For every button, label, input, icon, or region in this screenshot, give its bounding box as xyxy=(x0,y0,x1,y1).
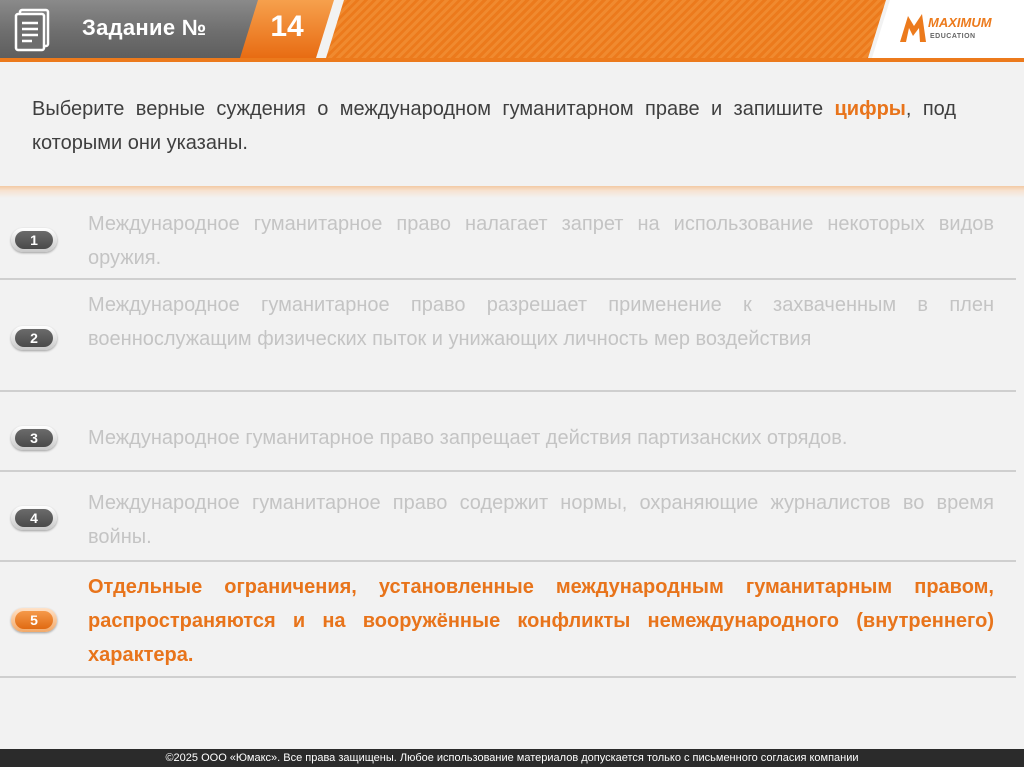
option-1[interactable]: 1 Международное гуманитарное право налаг… xyxy=(0,200,1024,280)
task-number: 14 xyxy=(270,10,304,43)
header-title-panel: Задание № xyxy=(0,0,288,58)
option-number-badge: 4 xyxy=(11,506,57,530)
copyright-footer: ©2025 ООО «Юмакс». Все права защищены. Л… xyxy=(0,749,1024,767)
option-3[interactable]: 3 Международное гуманитарное право запре… xyxy=(0,392,1024,472)
option-divider xyxy=(0,676,1016,678)
option-5[interactable]: 5 Отдельные ограничения, установленные м… xyxy=(0,562,1024,678)
option-text: Отдельные ограничения, установленные меж… xyxy=(88,576,994,666)
logo-sub: EDUCATION xyxy=(930,33,976,40)
brand-logo: MAXIMUM EDUCATION xyxy=(898,12,1018,48)
header-underline xyxy=(0,58,1024,62)
option-number: 1 xyxy=(15,231,53,249)
option-4[interactable]: 4 Международное гуманитарное право содер… xyxy=(0,472,1024,562)
document-icon xyxy=(14,8,50,52)
option-number: 3 xyxy=(15,429,53,447)
option-number-badge: 1 xyxy=(11,228,57,252)
option-text: Международное гуманитарное право разреша… xyxy=(88,294,994,350)
question-emphasis: цифры xyxy=(834,98,906,120)
question-divider xyxy=(0,186,1024,198)
option-number: 2 xyxy=(15,329,53,347)
option-text: Международное гуманитарное право налагае… xyxy=(88,213,994,269)
option-number-badge: 2 xyxy=(11,326,57,350)
option-number: 4 xyxy=(15,509,53,527)
page-title: Задание № xyxy=(82,15,207,40)
header-bar: Задание № 14 MAXIMUM EDUCATION xyxy=(0,0,1024,62)
header-stripe xyxy=(326,0,886,58)
logo-mark-icon xyxy=(900,14,926,42)
logo-brand: MAXIMUM xyxy=(928,15,992,30)
option-2[interactable]: 2 Международное гуманитарное право разре… xyxy=(0,280,1024,392)
question-text: Выберите верные суждения о международном… xyxy=(32,92,956,160)
option-text: Международное гуманитарное право запреща… xyxy=(88,427,848,449)
option-number-badge: 3 xyxy=(11,426,57,450)
question-part1: Выберите верные суждения о международном… xyxy=(32,98,835,120)
option-text: Международное гуманитарное право содержи… xyxy=(88,492,994,548)
option-number: 5 xyxy=(15,611,53,629)
option-number-badge: 5 xyxy=(11,608,57,632)
